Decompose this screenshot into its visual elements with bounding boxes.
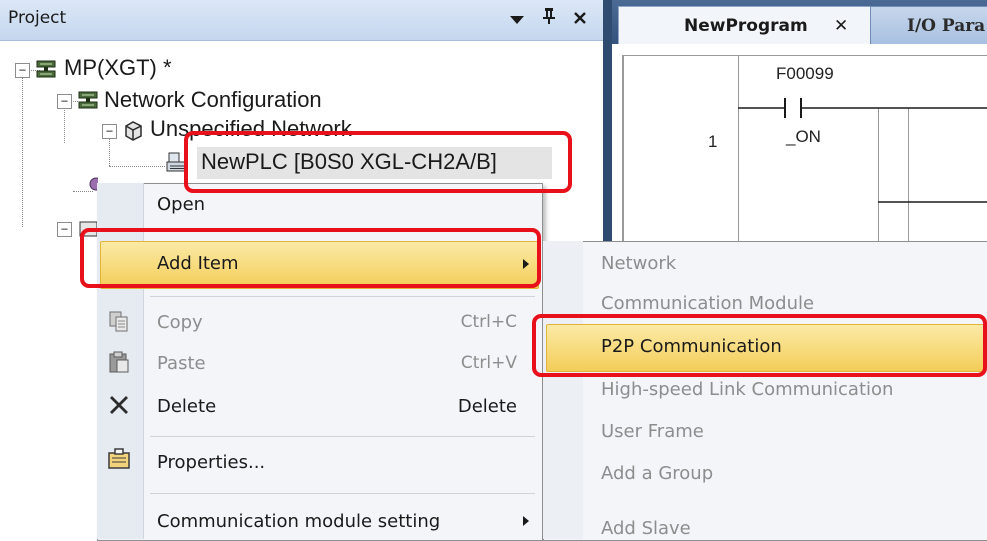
menu-item-copy[interactable]: Copy	[157, 312, 203, 333]
pin-button[interactable]	[538, 6, 560, 32]
menu-item-properties[interactable]: Properties...	[157, 452, 265, 473]
tab-label: NewProgram	[684, 16, 808, 36]
close-icon	[574, 12, 586, 24]
tab-close-icon[interactable]: ✕	[834, 7, 848, 45]
grid-line	[622, 55, 987, 56]
annotation-highlight-newplc	[184, 131, 572, 193]
properties-icon	[108, 448, 130, 469]
menu-item-paste[interactable]: Paste	[157, 353, 206, 374]
project-pane-title: Project	[8, 8, 67, 28]
network-cube-icon	[125, 121, 142, 141]
tab-newprogram[interactable]: NewProgram ✕	[618, 6, 880, 45]
close-pane-button[interactable]	[569, 6, 591, 32]
chevron-down-icon	[510, 16, 524, 24]
menu-item-communication-module-setting[interactable]: Communication module setting	[157, 511, 440, 532]
tree-item-root[interactable]: MP(XGT) *	[64, 55, 172, 81]
rung-number: 1	[708, 132, 718, 151]
annotation-highlight-add-item	[80, 228, 541, 288]
paste-icon	[109, 351, 129, 373]
shortcut-copy: Ctrl+C	[460, 312, 517, 332]
menu-separator	[150, 296, 535, 297]
network-config-icon	[78, 91, 98, 109]
delete-x-icon	[110, 396, 128, 414]
pin-icon	[543, 8, 555, 24]
collapse-toggle-root[interactable]: −	[15, 63, 30, 78]
tab-label: I/O Para	[907, 16, 986, 36]
shortcut-paste: Ctrl+V	[460, 353, 517, 373]
submenu-item-network[interactable]: Network	[601, 253, 676, 274]
menu-item-open[interactable]: Open	[157, 194, 205, 215]
shortcut-delete: Delete	[457, 396, 517, 417]
network-config-icon	[36, 60, 56, 78]
submenu-item-communication-module[interactable]: Communication Module	[601, 293, 814, 314]
submenu-item-add-slave[interactable]: Add Slave	[601, 518, 691, 539]
menu-item-delete[interactable]: Delete	[157, 396, 216, 417]
collapse-toggle-network-config[interactable]: −	[57, 94, 72, 109]
pane-dropdown-button[interactable]	[506, 6, 528, 32]
menu-separator	[150, 436, 535, 437]
annotation-highlight-p2p	[532, 314, 987, 377]
contact-name: _ON	[786, 127, 821, 146]
submenu-icon-gutter	[543, 241, 583, 539]
copy-icon	[109, 311, 128, 332]
tree-connector	[109, 138, 110, 166]
menu-separator	[150, 493, 535, 494]
ladder-contact-icon[interactable]	[738, 92, 987, 122]
collapse-toggle[interactable]: −	[57, 222, 72, 237]
tree-connector	[109, 166, 165, 167]
contact-address: F00099	[776, 64, 834, 83]
tree-connector	[64, 108, 65, 143]
tree-connector	[22, 77, 23, 227]
collapse-toggle-unspecified-network[interactable]: −	[102, 124, 117, 139]
tab-io-parameter[interactable]: I/O Para	[870, 6, 987, 45]
submenu-item-add-group[interactable]: Add a Group	[601, 463, 713, 484]
submenu-item-user-frame[interactable]: User Frame	[601, 421, 704, 442]
submenu-item-high-speed-link[interactable]: High-speed Link Communication	[601, 379, 893, 400]
tree-item-network-configuration[interactable]: Network Configuration	[104, 87, 322, 113]
submenu-arrow-icon	[523, 516, 529, 526]
ladder-wire	[878, 201, 987, 203]
